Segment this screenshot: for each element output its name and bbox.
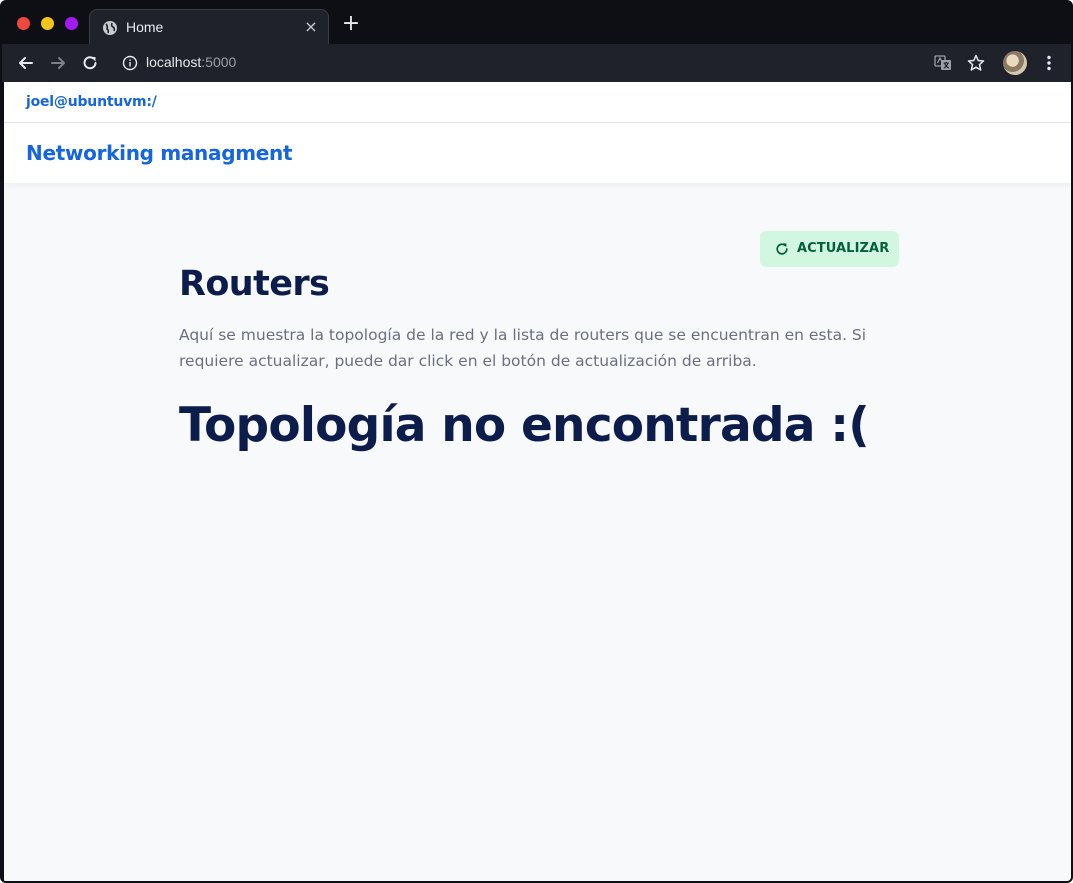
globe-icon — [103, 21, 117, 35]
browser-tab-home[interactable]: Home × — [89, 9, 329, 45]
tab-title: Home — [126, 19, 164, 35]
page-title: Routers — [179, 264, 330, 304]
address-host: localhost — [146, 54, 202, 70]
brand-link[interactable]: Networking managment — [26, 141, 293, 165]
tab-strip: Home × + — [2, 2, 1071, 45]
maximize-window-button[interactable] — [65, 17, 78, 30]
user-path-label: joel@ubuntuvm:/ — [26, 94, 157, 110]
close-window-button[interactable] — [17, 17, 30, 30]
page-description: Aquí se muestra la topología de la red y… — [179, 326, 867, 370]
avatar[interactable] — [1003, 51, 1027, 75]
refresh-icon — [776, 243, 788, 255]
top-bar: joel@ubuntuvm:/ — [4, 82, 1071, 123]
address-port: :5000 — [201, 54, 237, 70]
star-icon[interactable] — [966, 53, 986, 73]
new-tab-button[interactable]: + — [340, 13, 362, 36]
forward-icon[interactable] — [48, 53, 68, 73]
refresh-button[interactable]: ACTUALIZAR — [760, 231, 899, 267]
back-icon[interactable] — [16, 53, 36, 73]
browser-toolbar: localhost:5000 — [2, 44, 1071, 82]
browser-window: Home × + localhost:5000 joel@ubuntuvm:/ … — [0, 0, 1073, 883]
refresh-label: ACTUALIZAR — [797, 241, 890, 256]
tab-close-icon[interactable]: × — [302, 18, 320, 36]
info-icon[interactable] — [122, 55, 138, 71]
reload-icon[interactable] — [80, 53, 100, 73]
page-content: joel@ubuntuvm:/ Networking managment ACT… — [4, 82, 1071, 881]
minimize-window-button[interactable] — [41, 17, 54, 30]
topology-not-found-message: Topología no encontrada :( — [179, 398, 870, 453]
navbar: Networking managment — [4, 123, 1071, 183]
translate-icon[interactable] — [934, 54, 952, 72]
menu-icon[interactable] — [1039, 53, 1059, 73]
address-bar[interactable]: localhost:5000 — [146, 54, 236, 70]
